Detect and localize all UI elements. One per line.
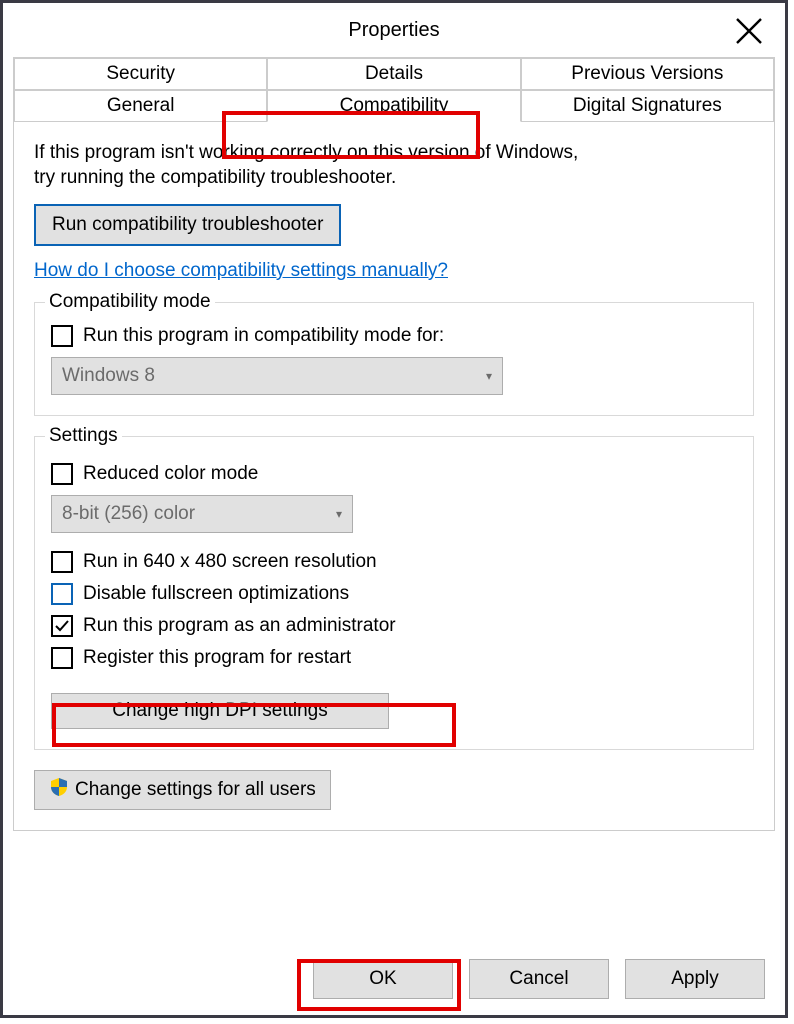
tab-panel-compatibility: If this program isn't working correctly … <box>13 122 775 831</box>
settings-group: Settings Reduced color mode 8-bit (256) … <box>34 436 754 750</box>
run-640x480-checkbox[interactable] <box>51 551 73 573</box>
dialog-footer: OK Cancel Apply <box>313 959 765 999</box>
tab-digital-signatures[interactable]: Digital Signatures <box>521 90 774 122</box>
intro-text: If this program isn't working correctly … <box>34 140 754 190</box>
change-dpi-button[interactable]: Change high DPI settings <box>51 693 389 729</box>
tab-details[interactable]: Details <box>267 58 520 90</box>
run-640x480-label: Run in 640 x 480 screen resolution <box>83 551 377 573</box>
chevron-down-icon: ▾ <box>336 507 342 521</box>
chevron-down-icon: ▾ <box>486 369 492 383</box>
intro-line-2: try running the compatibility troublesho… <box>34 167 396 188</box>
register-restart-label: Register this program for restart <box>83 647 351 669</box>
tab-security[interactable]: Security <box>14 58 267 90</box>
compat-mode-combo-value: Windows 8 <box>62 365 155 387</box>
ok-button[interactable]: OK <box>313 959 453 999</box>
window-title: Properties <box>348 19 439 42</box>
register-restart-checkbox[interactable] <box>51 647 73 669</box>
properties-dialog: Properties Security Details Previous Ver… <box>0 0 788 1018</box>
shield-icon <box>49 777 69 803</box>
close-icon[interactable] <box>731 13 767 49</box>
color-depth-value: 8-bit (256) color <box>62 503 195 525</box>
reduced-color-label: Reduced color mode <box>83 463 258 485</box>
settings-legend: Settings <box>45 425 122 447</box>
tab-strip: Security Details Previous Versions Gener… <box>13 57 775 122</box>
tab-general[interactable]: General <box>14 90 267 122</box>
color-depth-combo[interactable]: 8-bit (256) color ▾ <box>51 495 353 533</box>
cancel-button[interactable]: Cancel <box>469 959 609 999</box>
tab-compatibility[interactable]: Compatibility <box>267 90 520 122</box>
reduced-color-checkbox[interactable] <box>51 463 73 485</box>
change-all-users-button[interactable]: Change settings for all users <box>34 770 331 810</box>
run-as-admin-label: Run this program as an administrator <box>83 615 396 637</box>
compat-mode-combo[interactable]: Windows 8 ▾ <box>51 357 503 395</box>
compat-mode-checkbox[interactable] <box>51 325 73 347</box>
tab-previous-versions[interactable]: Previous Versions <box>521 58 774 90</box>
titlebar: Properties <box>3 3 785 57</box>
disable-fullscreen-label: Disable fullscreen optimizations <box>83 583 349 605</box>
compatibility-mode-legend: Compatibility mode <box>45 291 215 313</box>
disable-fullscreen-checkbox[interactable] <box>51 583 73 605</box>
compat-mode-label: Run this program in compatibility mode f… <box>83 325 444 347</box>
run-troubleshooter-button[interactable]: Run compatibility troubleshooter <box>34 204 341 246</box>
run-as-admin-checkbox[interactable] <box>51 615 73 637</box>
intro-line-1: If this program isn't working correctly … <box>34 142 578 163</box>
change-all-users-label: Change settings for all users <box>75 779 316 801</box>
compatibility-mode-group: Compatibility mode Run this program in c… <box>34 302 754 416</box>
manual-settings-link[interactable]: How do I choose compatibility settings m… <box>34 260 448 282</box>
apply-button[interactable]: Apply <box>625 959 765 999</box>
